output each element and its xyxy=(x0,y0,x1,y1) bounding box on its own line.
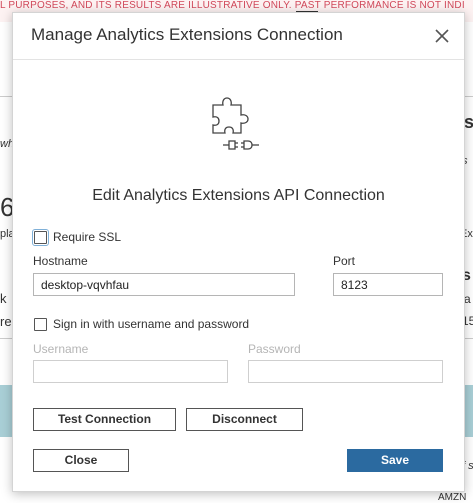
save-button[interactable]: Save xyxy=(347,449,443,472)
username-label: Username xyxy=(33,342,89,356)
sign-in-checkbox[interactable] xyxy=(34,318,47,331)
sign-in-label: Sign in with username and password xyxy=(53,317,250,331)
hostname-input[interactable] xyxy=(33,273,295,296)
password-label: Password xyxy=(248,342,301,356)
close-icon[interactable] xyxy=(431,25,453,47)
bg-fragment: s xyxy=(464,112,473,132)
plugin-icon xyxy=(209,93,269,153)
bg-fragment: a xyxy=(464,292,471,306)
manage-connection-dialog: Manage Analytics Extensions Connection E… xyxy=(12,12,465,492)
require-ssl-checkbox[interactable] xyxy=(32,229,49,246)
section-title: Edit Analytics Extensions API Connection xyxy=(92,187,385,204)
port-input[interactable] xyxy=(333,273,443,296)
header-divider xyxy=(13,59,464,60)
disconnect-button[interactable]: Disconnect xyxy=(186,408,303,431)
dialog-header: Manage Analytics Extensions Connection xyxy=(13,13,464,59)
bg-fragment: k xyxy=(0,291,7,306)
bg-fragment: AMZN xyxy=(438,492,467,503)
close-button[interactable]: Close xyxy=(33,449,129,472)
password-input[interactable] xyxy=(248,360,443,383)
bg-fragment: re xyxy=(0,314,12,329)
require-ssl-label: Require SSL xyxy=(53,230,122,244)
port-label: Port xyxy=(333,254,356,268)
dialog-title: Manage Analytics Extensions Connection xyxy=(31,25,343,44)
disclaimer-text: L PURPOSES, AND ITS RESULTS ARE ILLUSTRA… xyxy=(0,0,465,11)
hostname-label: Hostname xyxy=(33,254,88,268)
test-connection-button[interactable]: Test Connection xyxy=(33,408,176,431)
username-input[interactable] xyxy=(33,360,228,383)
